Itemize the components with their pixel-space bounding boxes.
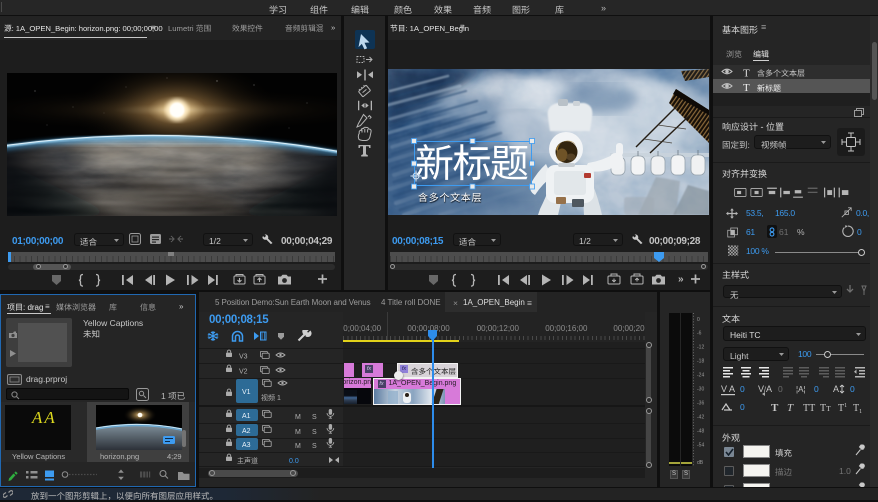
svg-text:0: 0 [778,384,783,394]
svg-text:A3: A3 [242,442,251,449]
svg-text:0: 0 [697,317,700,323]
svg-text:A2: A2 [242,428,251,435]
svg-text:M: M [295,414,301,421]
svg-text:-48: -48 [697,429,704,435]
svg-text:视频 1: 视频 1 [261,393,281,402]
svg-text:V2: V2 [239,369,248,376]
svg-text:主声道: 主声道 [237,456,258,465]
svg-text:T: T [787,402,794,414]
svg-text:-30: -30 [697,387,704,393]
svg-text:-12: -12 [697,345,704,351]
svg-text:S: S [312,414,317,421]
svg-text:V1: V1 [242,389,251,396]
svg-text:T: T [743,82,750,93]
svg-text:S: S [312,443,317,450]
svg-text:-6: -6 [697,331,702,337]
svg-text:0: 0 [814,384,819,394]
svg-text:dB: dB [697,460,704,466]
svg-text:0: 0 [740,402,745,412]
svg-text:T1: T1 [838,403,847,414]
svg-text:0: 0 [740,384,745,394]
svg-text:T: T [771,402,779,414]
svg-text:TT: TT [820,403,831,414]
svg-text:»: » [678,274,684,285]
svg-text:¦A¦: ¦A¦ [796,385,806,394]
svg-text:-54: -54 [697,443,704,449]
svg-text:-18: -18 [697,359,704,365]
svg-text:-24: -24 [697,373,704,379]
svg-text:T: T [743,68,750,80]
svg-text:0: 0 [850,384,855,394]
svg-text:V3: V3 [239,354,248,361]
svg-text:S: S [312,429,317,436]
svg-text:M: M [295,443,301,450]
svg-text:0.0: 0.0 [289,458,299,465]
svg-text:TT: TT [803,403,815,414]
svg-text:-36: -36 [697,401,704,407]
svg-text:VA: VA [721,384,735,394]
svg-text:-42: -42 [697,415,704,421]
svg-text:M: M [295,429,301,436]
svg-text:A1: A1 [242,413,251,420]
svg-text:T1: T1 [853,403,862,414]
svg-text:A: A [833,384,839,394]
